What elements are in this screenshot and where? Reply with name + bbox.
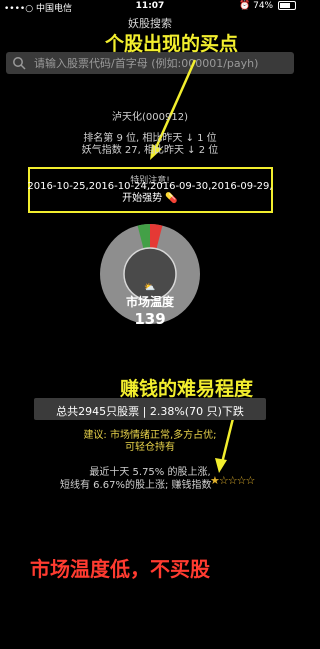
notice-body: 2016-10-25,2016-10-24,2016-09-30,2016-09… [0,181,300,205]
temperature-value: 139 [134,310,166,328]
demon-index-line: 妖气指数 27, 相比昨天 ↓ 2 位 [81,145,219,156]
star-empty-icon: ☆ [218,474,229,487]
stock-name: 泸天化(000912) [112,112,188,123]
notice-tail-row: 开始强势 💊 [0,193,300,205]
notice-tail: 开始强势 [122,193,163,204]
star-empty-icon: ☆ [245,474,256,487]
annotation-difficulty: 赚钱的难易程度 [120,378,254,400]
annotation-low-temperature: 市场温度低，不买股 [30,557,210,581]
temperature-label: 市场温度 [125,295,174,309]
money-index-stars: ★☆☆☆☆ [210,474,256,487]
star-filled-icon: ★ [210,474,220,487]
capsule-icon: 💊 [165,193,178,204]
market-summary: 总共2945只股票 | 2.38%(70 只)下跌 [56,405,244,418]
sun-cloud-icon: ⛅ [144,282,155,293]
notice-dates: 2016-10-25,2016-10-24,2016-09-30,2016-09… [27,181,273,192]
annotation-buy-point: 个股出现的买点 [105,33,239,55]
star-empty-icon: ☆ [227,474,238,487]
star-empty-icon: ☆ [236,474,247,487]
advice-line-2: 可轻仓持有 [125,442,175,453]
